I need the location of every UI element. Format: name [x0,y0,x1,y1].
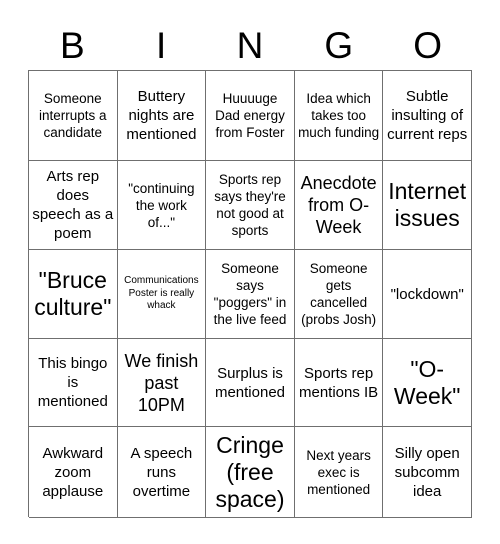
bingo-cell-text: Awkward zoom applause [42,444,104,500]
header-letter-o: O [413,25,442,66]
bingo-cell-r2-c2[interactable]: "continuing the work of..." [117,161,207,250]
bingo-cell-r2-c1[interactable]: Arts rep does speech as a poem [29,161,118,250]
bingo-cell-text: Cringe (free space) [215,431,285,512]
bingo-cell-text: Idea which takes too much funding [298,91,380,140]
bingo-cell-r2-c3[interactable]: Sports rep says they're not good at spor… [206,161,295,250]
bingo-cell-text: Communications Poster is really whack [124,275,199,312]
bingo-cell-r4-c3[interactable]: Surplus is mentioned [206,339,295,427]
bingo-cell-r1-c5[interactable]: Subtle insulting of current reps [383,71,472,161]
header-letter-b: B [60,25,85,66]
bingo-cell-text: Buttery nights are mentioned [126,88,197,143]
bingo-grid: Someone interrupts a candidate Buttery ni… [28,70,472,518]
bingo-cell-text: A speech runs overtime [130,444,193,500]
bingo-cell-text: Subtle insulting of current reps [387,88,468,143]
bingo-cell-text: Someone gets cancelled (probs Josh) [301,261,377,327]
bingo-cell-text: "lockdown" [390,285,464,303]
bingo-cell-text: "O-Week" [393,355,461,409]
bingo-cell-r5-c1[interactable]: Awkward zoom applause [29,427,118,518]
header-letter-i: I [156,25,167,66]
bingo-cell-r4-c2[interactable]: We finish past 10PM [117,339,207,427]
bingo-cell-text: Surplus is mentioned [214,364,286,401]
bingo-cell-r1-c3[interactable]: Huuuuge Dad energy from Foster [206,71,295,161]
bingo-cell-text: Silly open subcomm idea [394,444,460,500]
bingo-cell-text: "continuing the work of..." [128,180,195,230]
bingo-cell-text: This bingo is mentioned [37,355,108,410]
bingo-cell-text: "Bruce culture" [34,267,112,320]
bingo-cell-r2-c5[interactable]: Internet issues [383,161,472,250]
bingo-cell-text: Someone says "poggers" in the live feed [213,261,287,327]
bingo-cell-text: Sports rep mentions IB [298,364,379,401]
bingo-cell-text: Huuuuge Dad energy from Foster [215,91,285,140]
bingo-cell-text: Next years exec is mentioned [306,447,371,497]
bingo-cell-text: Anecdote from O-Week [300,173,377,237]
bingo-cell-text: Sports rep says they're not good at spor… [214,172,286,238]
header-letter-g: G [324,25,354,66]
bingo-cell-r3-c4[interactable]: Someone gets cancelled (probs Josh) [294,250,384,339]
bingo-cell-r5-c4[interactable]: Next years exec is mentioned [294,427,384,518]
bingo-cell-r5-c5[interactable]: Silly open subcomm idea [383,427,472,518]
bingo-cell-text: Someone interrupts a candidate [39,91,107,140]
bingo-cell-text: We finish past 10PM [124,350,199,415]
bingo-cell-r4-c4[interactable]: Sports rep mentions IB [294,339,384,427]
bingo-cell-r1-c2[interactable]: Buttery nights are mentioned [117,71,207,161]
bingo-cell-r5-c3[interactable]: Cringe (free space) [206,427,295,518]
bingo-cell-r2-c4[interactable]: Anecdote from O-Week [294,161,384,250]
bingo-cell-r3-c1[interactable]: "Bruce culture" [29,250,118,339]
bingo-cell-r4-c1[interactable]: This bingo is mentioned [29,339,118,427]
bingo-card-page: B I N G O Someone interrupts a candidate… [0,0,500,544]
bingo-header-letters: B I N G O [28,22,472,70]
bingo-cell-r3-c3[interactable]: Someone says "poggers" in the live feed [206,250,295,339]
bingo-cell-r4-c5[interactable]: "O-Week" [383,339,472,427]
bingo-cell-r1-c4[interactable]: Idea which takes too much funding [294,71,384,161]
bingo-cell-text: Internet issues [388,178,467,231]
bingo-cell-text: Arts rep does speech as a poem [32,168,114,242]
bingo-cell-r3-c2[interactable]: Communications Poster is really whack [117,250,207,339]
header-letter-n: N [236,25,264,66]
bingo-cell-r5-c2[interactable]: A speech runs overtime [117,427,207,518]
bingo-cell-r3-c5[interactable]: "lockdown" [383,250,472,339]
bingo-cell-r1-c1[interactable]: Someone interrupts a candidate [29,71,118,161]
